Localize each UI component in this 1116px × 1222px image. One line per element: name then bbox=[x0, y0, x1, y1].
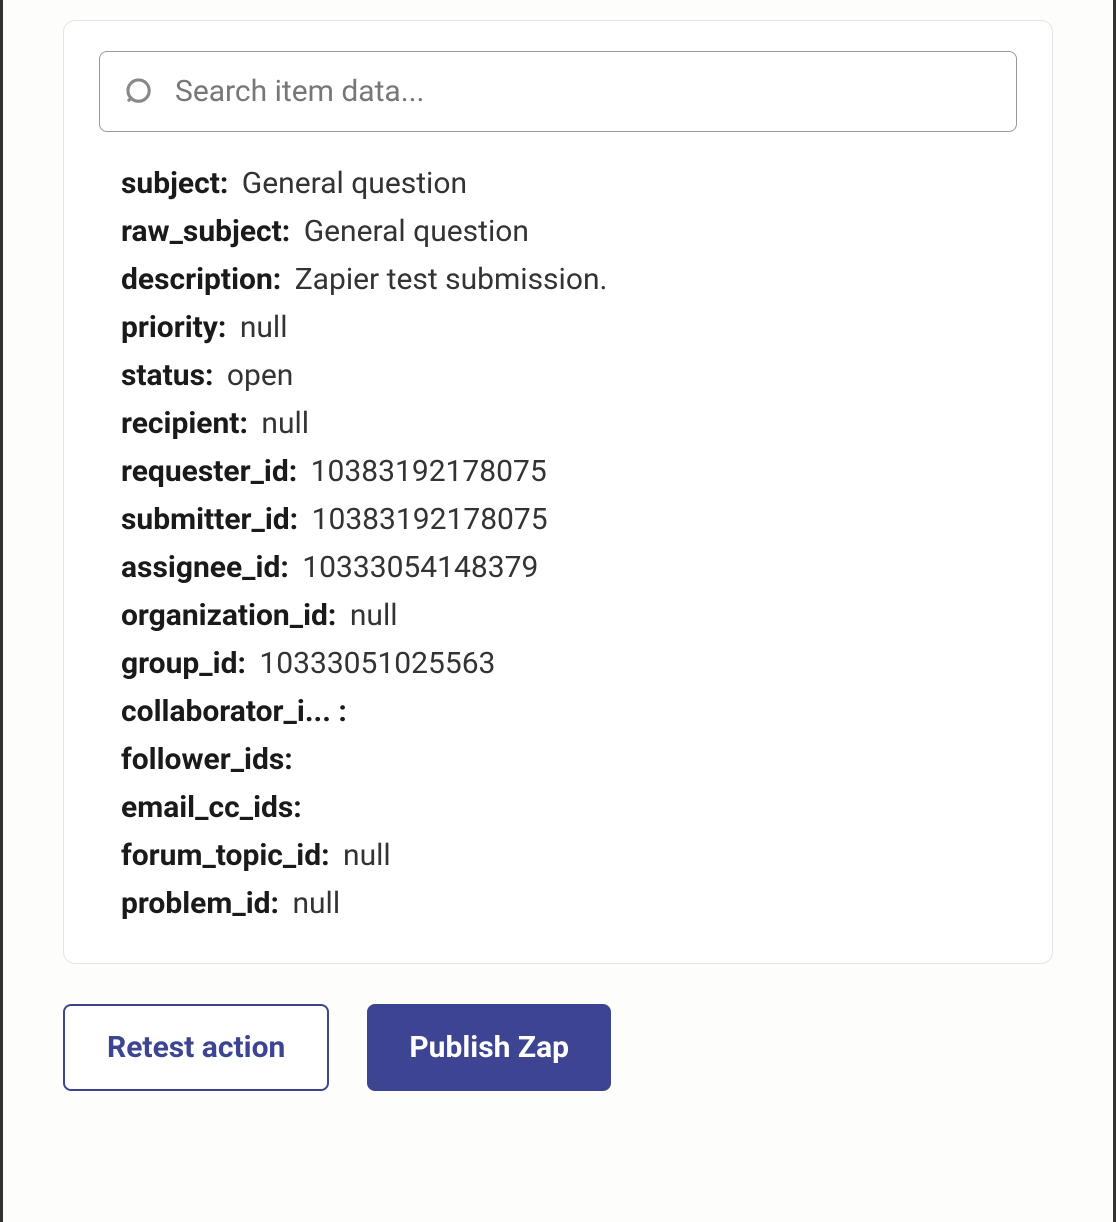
data-value: General question bbox=[242, 166, 467, 201]
data-row: raw_subject: General question bbox=[121, 208, 1017, 256]
data-row: organization_id: null bbox=[121, 592, 1017, 640]
data-row: description: Zapier test submission. bbox=[121, 256, 1017, 304]
data-row: problem_id: null bbox=[121, 880, 1017, 928]
data-key: requester_id: bbox=[121, 454, 297, 489]
data-row: status: open bbox=[121, 352, 1017, 400]
search-icon bbox=[123, 75, 157, 109]
button-row: Retest action Publish Zap bbox=[63, 1004, 1053, 1091]
data-key: status: bbox=[121, 358, 213, 393]
data-key: recipient: bbox=[121, 406, 248, 441]
data-value: null bbox=[343, 838, 391, 873]
data-key: forum_topic_id: bbox=[121, 838, 330, 873]
data-key: description: bbox=[121, 262, 281, 297]
data-row: subject: General question bbox=[121, 160, 1017, 208]
data-row: assignee_id: 10333054148379 bbox=[121, 544, 1017, 592]
data-card: subject: General question raw_subject: G… bbox=[63, 20, 1053, 964]
data-value: null bbox=[240, 310, 288, 345]
data-key: collaborator_i... : bbox=[121, 694, 347, 729]
data-row: group_id: 10333051025563 bbox=[121, 640, 1017, 688]
retest-action-button[interactable]: Retest action bbox=[63, 1004, 329, 1091]
data-row: recipient: null bbox=[121, 400, 1017, 448]
data-key: organization_id: bbox=[121, 598, 336, 633]
data-row: follower_ids: bbox=[121, 736, 1017, 784]
search-input[interactable] bbox=[99, 51, 1017, 132]
data-value: General question bbox=[304, 214, 529, 249]
data-list: subject: General question raw_subject: G… bbox=[99, 160, 1017, 928]
data-value: 10333054148379 bbox=[302, 550, 538, 585]
data-value: null bbox=[261, 406, 309, 441]
data-key: raw_subject: bbox=[121, 214, 290, 249]
data-key: subject: bbox=[121, 166, 228, 201]
data-value: 10333051025563 bbox=[259, 646, 495, 681]
publish-zap-button[interactable]: Publish Zap bbox=[367, 1004, 611, 1091]
data-row: collaborator_i... : bbox=[121, 688, 1017, 736]
data-value: null bbox=[350, 598, 398, 633]
outer-container: subject: General question raw_subject: G… bbox=[0, 0, 1116, 1222]
data-key: assignee_id: bbox=[121, 550, 289, 585]
data-row: requester_id: 10383192178075 bbox=[121, 448, 1017, 496]
data-key: submitter_id: bbox=[121, 502, 298, 537]
data-value: open bbox=[227, 358, 293, 393]
data-row: priority: null bbox=[121, 304, 1017, 352]
data-key: email_cc_ids: bbox=[121, 790, 302, 825]
data-value: 10383192178075 bbox=[311, 454, 547, 489]
search-container bbox=[99, 51, 1017, 132]
data-key: problem_id: bbox=[121, 886, 279, 921]
data-row: forum_topic_id: null bbox=[121, 832, 1017, 880]
data-key: priority: bbox=[121, 310, 226, 345]
data-key: follower_ids: bbox=[121, 742, 293, 777]
data-key: group_id: bbox=[121, 646, 246, 681]
data-row: submitter_id: 10383192178075 bbox=[121, 496, 1017, 544]
data-value: null bbox=[292, 886, 340, 921]
data-row: email_cc_ids: bbox=[121, 784, 1017, 832]
data-value: Zapier test submission. bbox=[295, 262, 608, 297]
data-value: 10383192178075 bbox=[312, 502, 548, 537]
